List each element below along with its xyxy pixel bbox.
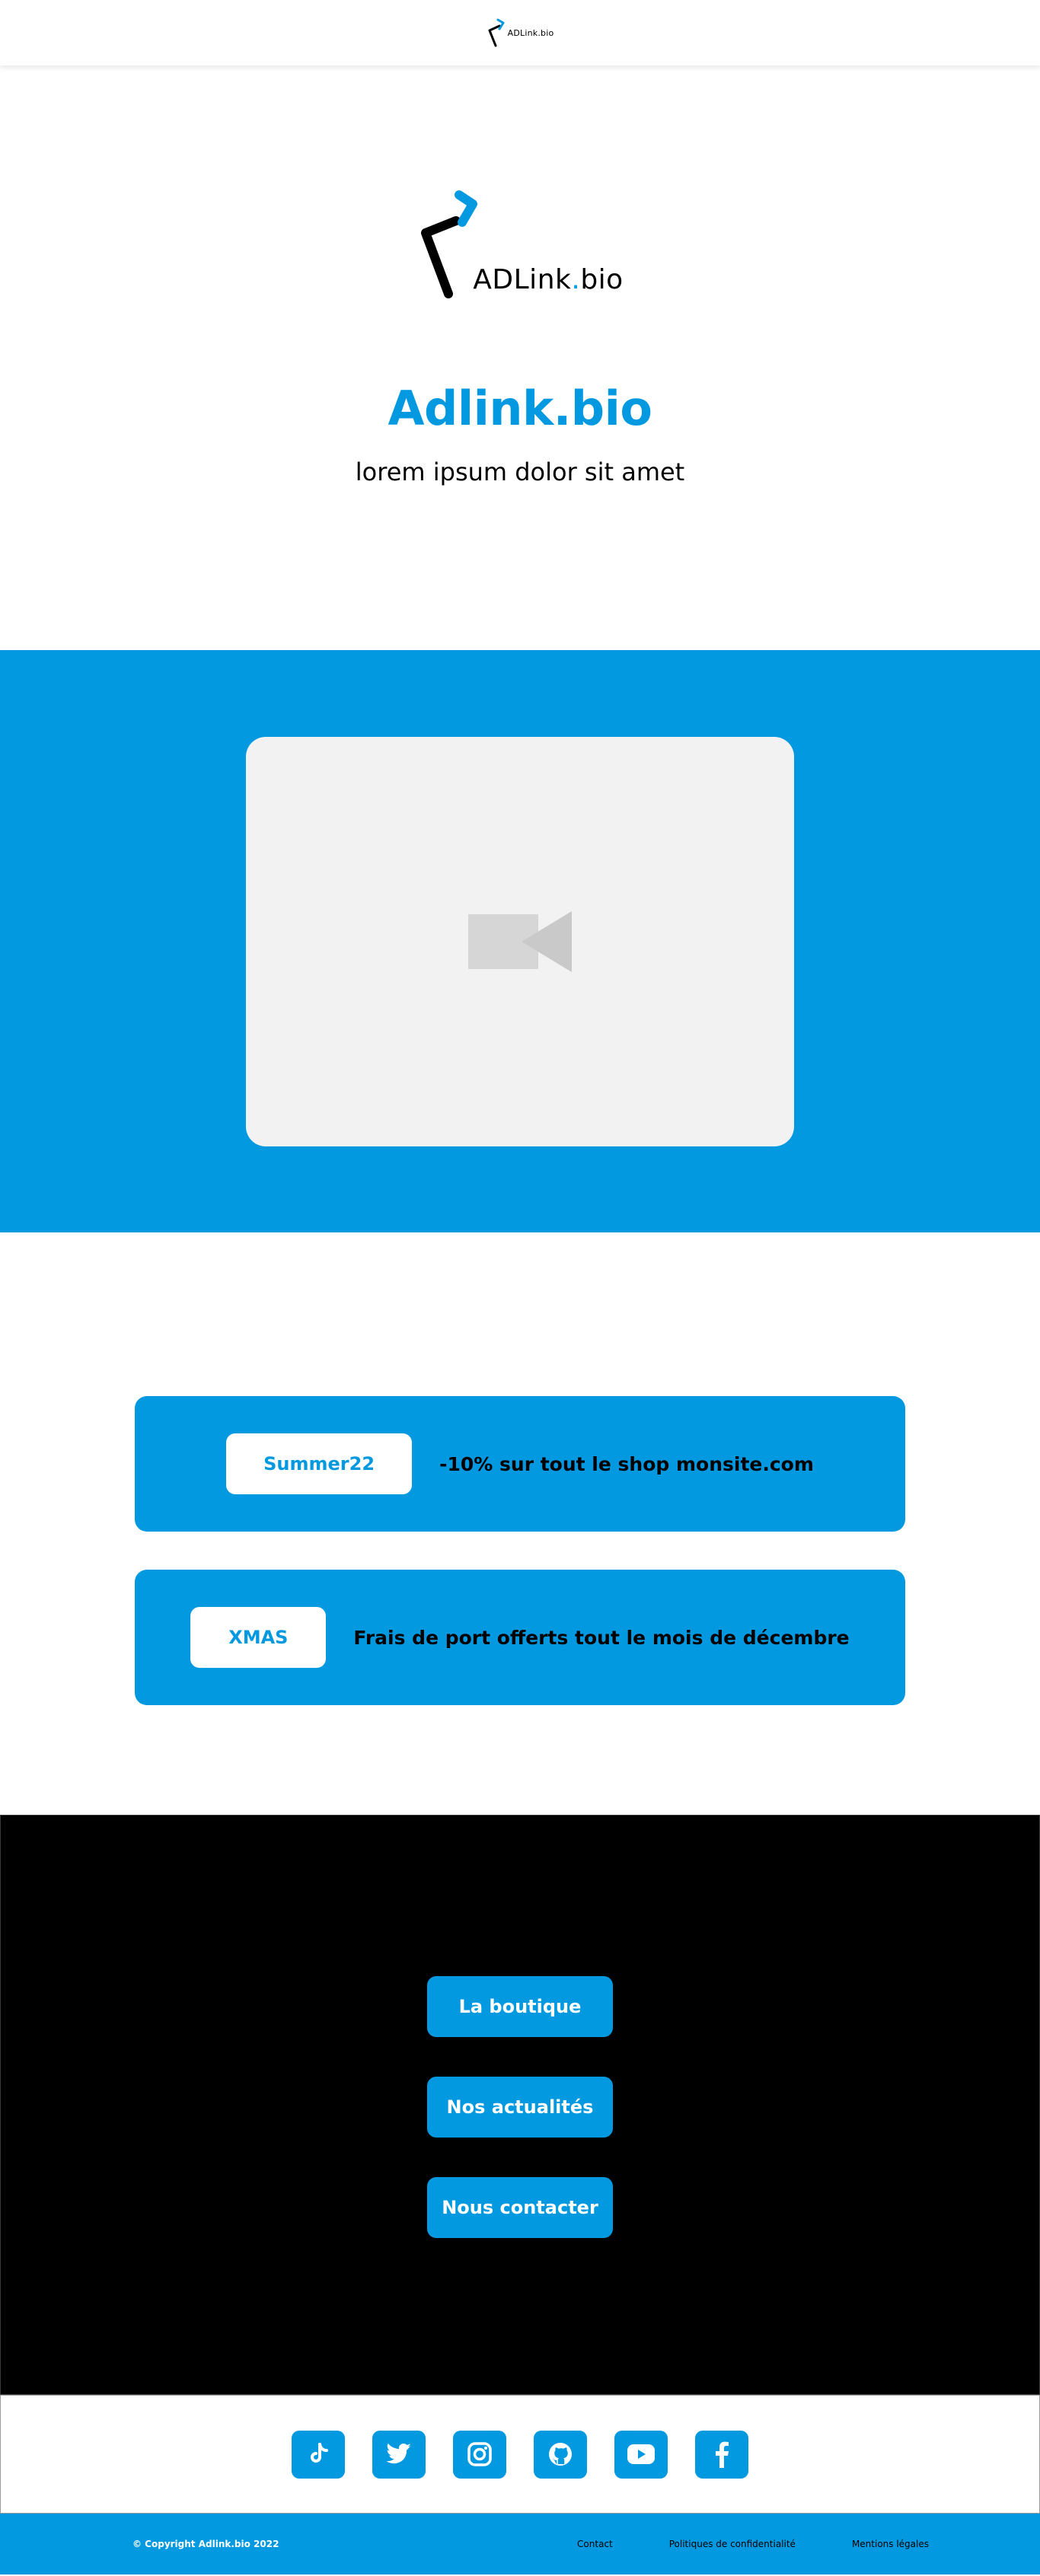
links-section: La boutique Nos actualités Nous contacte… (0, 1815, 1040, 2395)
promo-description: -10% sur tout le shop monsite.com (439, 1452, 814, 1475)
video-player[interactable] (246, 737, 794, 1146)
footer: © Copyright Adlink.bio 2022 Contact Poli… (0, 2514, 1040, 2574)
github-button[interactable] (534, 2430, 587, 2479)
video-camera-icon (468, 911, 572, 972)
promo-code-button[interactable]: XMAS (190, 1607, 327, 1668)
copyright-text: © Copyright Adlink.bio 2022 (132, 2539, 279, 2549)
news-link-button[interactable]: Nos actualités (427, 2077, 613, 2138)
twitter-button[interactable] (372, 2430, 426, 2479)
promo-card: Summer22 -10% sur tout le shop monsite.c… (135, 1396, 905, 1532)
hero-logo: ADLink.bio (416, 189, 623, 341)
social-links (0, 2395, 1040, 2514)
hero-logo-text: ADLink.bio (473, 264, 623, 295)
youtube-icon (627, 2444, 655, 2464)
tiktok-button[interactable] (292, 2430, 345, 2479)
youtube-button[interactable] (614, 2430, 668, 2479)
tiktok-icon (311, 2443, 328, 2463)
twitter-icon (386, 2443, 411, 2464)
promo-section: Summer22 -10% sur tout le shop monsite.c… (0, 1232, 1040, 1815)
promo-card: XMAS Frais de port offerts tout le mois … (135, 1570, 905, 1705)
hero-logo-text-dot: . (571, 264, 581, 295)
video-section (0, 650, 1040, 1232)
footer-link-legal[interactable]: Mentions légales (852, 2539, 929, 2549)
hero-logo-text-tail: bio (580, 264, 624, 295)
header-logo[interactable]: ADLink.bio (487, 17, 554, 49)
hero-logo-text-main: ADLink (473, 264, 572, 295)
promo-code-button[interactable]: Summer22 (226, 1433, 413, 1494)
footer-links: Contact Politiques de confidentialité Me… (577, 2539, 929, 2549)
page-tagline: lorem ipsum dolor sit amet (355, 457, 685, 486)
footer-link-contact[interactable]: Contact (577, 2539, 613, 2549)
logo-mark-icon (488, 18, 505, 47)
contact-link-button[interactable]: Nous contacter (427, 2177, 613, 2238)
top-navbar: ADLink.bio (0, 0, 1040, 65)
footer-link-privacy[interactable]: Politiques de confidentialité (669, 2539, 796, 2549)
header-logo-text: ADLink.bio (507, 27, 554, 38)
instagram-button[interactable] (453, 2430, 506, 2479)
github-icon (549, 2443, 572, 2466)
page-title: Adlink.bio (388, 381, 652, 436)
promo-description: Frais de port offerts tout le mois de dé… (353, 1626, 850, 1649)
instagram-icon (467, 2442, 492, 2466)
shop-link-button[interactable]: La boutique (427, 1976, 613, 2037)
logo-mark-icon (421, 190, 478, 298)
facebook-button[interactable] (695, 2430, 748, 2479)
hero-section: ADLink.bio Adlink.bio lorem ipsum dolor … (0, 65, 1040, 650)
facebook-icon (716, 2441, 729, 2468)
